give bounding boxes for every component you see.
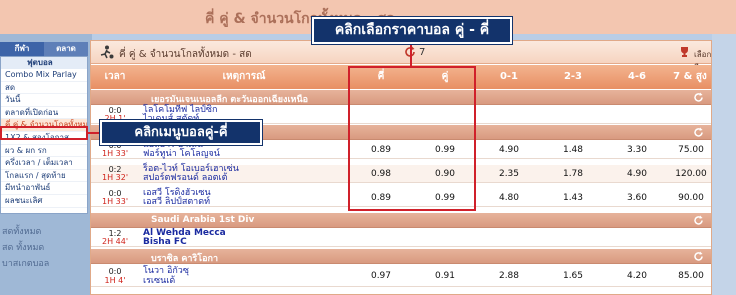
col-goals-2-3: 2-3 (563, 71, 583, 82)
match-time: 1H 33' (101, 197, 129, 206)
sidebar-item-outright[interactable]: ผลชนะเลิศ (1, 195, 87, 208)
goals-7-plus-odds[interactable]: 85.00 (666, 271, 716, 281)
panel-title: คี่ คู่ & จำนวนโกลทั้งหมด - สด (119, 49, 252, 60)
background-right-strip (712, 34, 736, 295)
sidebar-item-live[interactable]: สด (1, 82, 87, 95)
panel-header: คี่ คู่ & จำนวนโกลทั้งหมด - สด 7 เลือกลี… (91, 41, 711, 72)
goals-0-1-odds[interactable]: 4.90 (484, 145, 534, 155)
sidebar-item-combo-parlay[interactable]: Combo Mix Parlay (1, 69, 87, 82)
sidebar-header: ฟุตบอล (1, 57, 87, 69)
league-header: Saudi Arabia 1st Div (91, 213, 711, 228)
match-row: 1:2 2H 44' Al Wehda Mecca Bisha FC (91, 229, 711, 247)
goals-4-6-odds[interactable]: 3.60 (612, 193, 662, 203)
away-team[interactable]: Bisha FC (143, 238, 187, 247)
tab-markets[interactable]: ตลาด (44, 42, 88, 56)
refresh-icon[interactable] (693, 251, 704, 262)
away-team[interactable]: เรเซนเด้ (143, 277, 175, 286)
away-team[interactable]: สปอร์ตฟรอนด์ ลอตเต้ (143, 174, 227, 183)
goals-4-6-odds[interactable]: 4.90 (612, 169, 662, 179)
col-time: เวลา (104, 71, 126, 82)
callout-odds-select: คลิกเลือกราคาบอล คู่ - คี่ (312, 17, 512, 44)
goals-7-plus-odds[interactable]: 120.00 (666, 169, 716, 179)
goals-2-3-odds[interactable]: 1.78 (548, 169, 598, 179)
col-event: เหตุการณ์ (222, 71, 266, 82)
soccer-player-icon (100, 45, 114, 59)
odd-even-highlight (348, 66, 476, 211)
match-time: 1H 32' (101, 173, 129, 182)
sidebar-item-correct-score[interactable]: ผว & ผก รก (1, 145, 87, 158)
league-name: Saudi Arabia 1st Div (151, 215, 255, 225)
col-goals-7-plus: 7 & สูงกว่า (673, 71, 707, 106)
even-odds[interactable]: 0.91 (420, 271, 470, 281)
goals-4-6-odds[interactable]: 3.30 (612, 145, 662, 155)
sidebar-item-early-market[interactable]: ตลาดที่เปิดก่อน (1, 107, 87, 120)
refresh-icon[interactable] (693, 127, 704, 138)
goals-0-1-odds[interactable]: 4.80 (484, 193, 534, 203)
match-row: 0:0 1H 4' โนวา อิกัวซุ เรเซนเด้ 0.97 0.9… (91, 265, 711, 287)
goals-4-6-odds[interactable]: 4.20 (612, 271, 662, 281)
match-time: 1H 4' (104, 276, 126, 285)
col-goals-4-6: 4-6 (627, 71, 647, 82)
goals-0-1-odds[interactable]: 2.88 (484, 271, 534, 281)
callout-connector (410, 43, 412, 67)
match-time: 2H 44' (101, 237, 129, 246)
away-team[interactable]: ฟอร์ทูน่า โคโลญจน์ (143, 150, 220, 159)
goals-0-1-odds[interactable]: 2.35 (484, 169, 534, 179)
trophy-icon[interactable] (679, 47, 690, 57)
tab-sports[interactable]: กีฬา (0, 42, 44, 56)
refresh-icon[interactable] (693, 215, 704, 226)
sidebar-item-first-last-goal[interactable]: โกลแรก / สุดท้าย (1, 170, 87, 183)
refresh-icon[interactable] (693, 92, 704, 103)
col-goals-0-1: 0-1 (499, 71, 519, 82)
background-left-row: บาสเกตบอล (2, 259, 50, 269)
goals-7-plus-odds[interactable]: 75.00 (666, 145, 716, 155)
goals-2-3-odds[interactable]: 1.43 (548, 193, 598, 203)
odd-odds[interactable]: 0.97 (356, 271, 406, 281)
away-team[interactable]: เอสวี ลิปป์สตาดท์ (143, 198, 210, 207)
sidebar-item-half-full-time[interactable]: ครึ่งเวลา / เต็มเวลา (1, 157, 87, 170)
refresh-count: 7 (419, 47, 426, 58)
goals-7-plus-odds[interactable]: 90.00 (666, 193, 716, 203)
callout-menu-select: คลิกเมนูบอลคู่-คี่ (100, 120, 262, 145)
league-name: บราซิล คาริโอกา (151, 254, 219, 264)
match-time: 1H 33' (101, 149, 129, 158)
background-left-row: สดทั้งหมด (2, 227, 42, 237)
league-name: เยอรมันเจนเนอลลีก ตะวันออกเฉียงเหนือ (151, 95, 309, 105)
sidebar-item-today[interactable]: วันนี้ (1, 94, 87, 107)
home-team[interactable]: โนวา อิกัวซุ (143, 267, 189, 276)
goals-2-3-odds[interactable]: 1.65 (548, 271, 598, 281)
league-header: บราซิล คาริโอกา (91, 249, 711, 264)
background-left-row: สด ทั้งหมด (2, 243, 45, 253)
sidebar-item-special[interactable]: มีทนำอาพันธ์ (1, 182, 87, 195)
menu-highlight (0, 126, 88, 140)
match-score: 0:0 (108, 267, 122, 276)
goals-2-3-odds[interactable]: 1.48 (548, 145, 598, 155)
